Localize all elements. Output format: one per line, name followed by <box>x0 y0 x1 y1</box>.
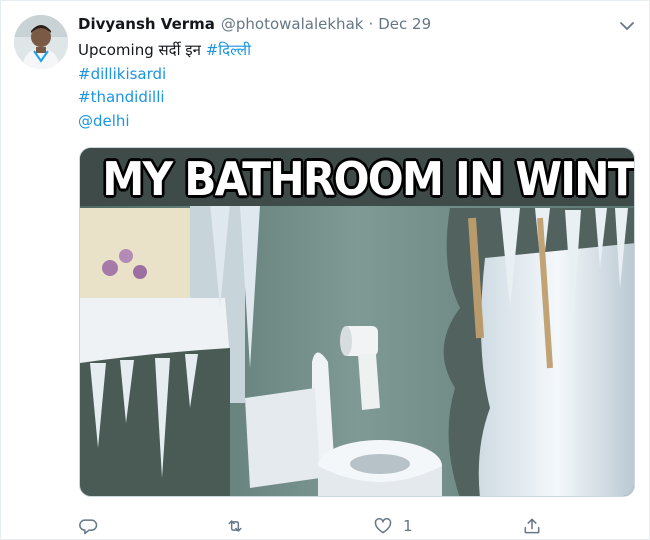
avatar-image <box>14 15 68 69</box>
retweet-icon <box>228 520 242 532</box>
share-icon <box>524 518 540 534</box>
separator-dot: · <box>368 15 374 33</box>
tweet-header: Divyansh Verma @photowalalekhak · Dec 29 <box>78 15 431 37</box>
mention-link[interactable]: @delhi <box>78 110 251 134</box>
hashtag-link[interactable]: #dillikisardi <box>78 63 251 87</box>
like-count: 1 <box>403 517 413 535</box>
display-name[interactable]: Divyansh Verma <box>78 15 215 33</box>
tweet-menu-button[interactable] <box>617 17 637 35</box>
hashtag-link[interactable]: #दिल्ली <box>206 41 251 59</box>
retweet-button[interactable] <box>225 514 245 538</box>
tweet-card[interactable]: Divyansh Verma @photowalalekhak · Dec 29… <box>0 0 650 540</box>
tweet-media-image[interactable]: MY BATHROOM IN WINTER <box>79 147 635 497</box>
reply-button[interactable] <box>79 514 99 538</box>
hashtag-link[interactable]: #thandidilli <box>78 86 251 110</box>
reply-icon <box>79 519 98 535</box>
like-button[interactable]: 1 <box>373 514 413 538</box>
tweet-date[interactable]: Dec 29 <box>378 15 431 33</box>
tweet-text-line: Upcoming सर्दी इन #दिल्ली <box>78 39 251 63</box>
avatar[interactable] <box>14 15 68 69</box>
user-handle[interactable]: @photowalalekhak <box>221 15 364 33</box>
tweet-text: Upcoming सर्दी इन #दिल्ली #dillikisardi … <box>78 39 251 133</box>
chevron-down-icon <box>620 22 634 30</box>
tweet-actions: 1 <box>79 514 549 538</box>
tweet-text-prefix: Upcoming सर्दी इन <box>78 41 206 59</box>
share-button[interactable] <box>522 514 542 538</box>
heart-icon <box>374 517 392 534</box>
meme-caption: MY BATHROOM IN WINTER <box>102 152 635 206</box>
